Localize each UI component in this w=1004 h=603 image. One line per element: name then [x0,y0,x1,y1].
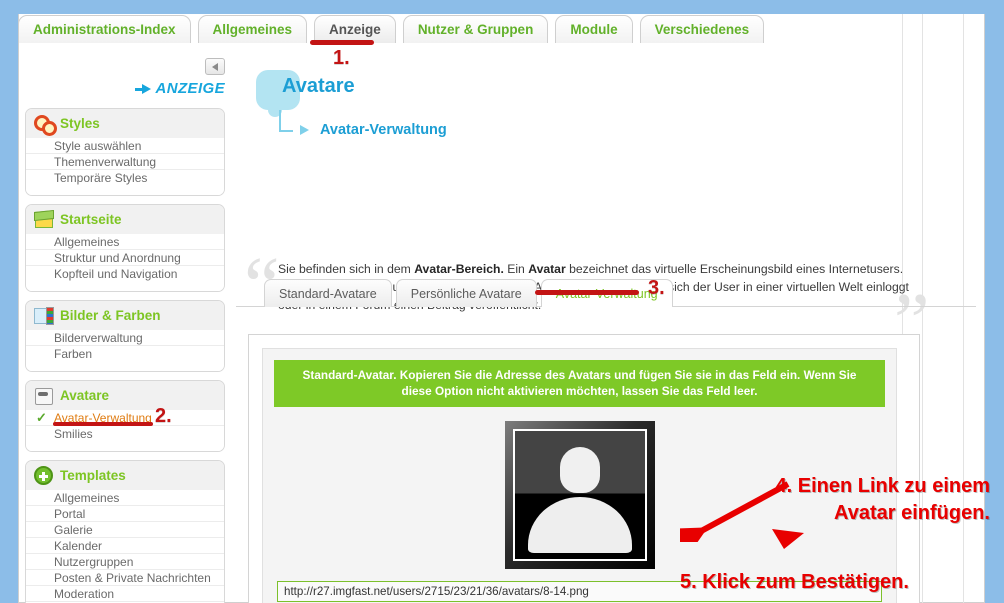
sidebar-group-startseite: Startseite Allgemeines Struktur und Anordn… [25,204,225,292]
sidebar-group-title: Startseite [60,212,122,227]
sidebar-group-header[interactable]: Templates [26,461,224,490]
annotation-step-4-text: 4. Einen Link zu einem Avatar einfügen. [776,475,991,524]
top-tab-2[interactable]: Allgemeines [197,15,308,43]
sidebar-group-header[interactable]: Styles [26,109,224,138]
sidebar-group-items: Allgemeines Portal Galerie Kalender Nutzergr… [26,490,224,603]
sidebar-group-title: Templates [60,468,126,483]
sidebar-item-label: Themenverwaltung [54,154,157,169]
intro-quote-block: “ ” Sie befinden sich in dem Avatar-Bere… [236,134,976,362]
breadcrumb-main-label[interactable]: Avatare [282,75,355,98]
sidebar-item-posten-private-nachrichten[interactable]: Posten & Private Nachrichten [26,570,224,586]
sidebar-item-label: Farben [54,347,93,361]
sidebar-group-items: Style auswählen Themenverwaltung Temporäre… [26,138,224,186]
sidebar-group-items: Bilderverwaltung Farben [26,330,224,362]
sidebar-item-label: Temporäre Styles [54,171,148,185]
sidebar-item-themenverwaltung[interactable]: Themenverwaltung [26,154,224,170]
top-tab-4[interactable]: Nutzer & Gruppen [402,15,549,43]
sidebar-item-nutzergruppen[interactable]: Nutzergruppen [26,554,224,570]
sidebar-group-header[interactable]: Bilder & Farben [26,301,224,330]
sidebar-group-avatare: Avatare ✓ Avatar-Verwaltung Smilies [25,380,225,452]
annotation-underline-avatar-verwaltung-tab [535,290,639,295]
sidebar-item-label: Allgemeines [54,234,120,249]
sidebar-item-farben[interactable]: Farben [26,346,224,362]
sidebar-item-struktur-und-anordnung[interactable]: Struktur und Anordnung [26,250,224,266]
sidebar-item-label: Style auswählen [54,138,142,153]
sidebar-group-title: Avatare [60,388,110,403]
top-tab-bar: Administrations-Index Allgemeines Anzeige N… [18,13,985,43]
caret-left-icon [212,62,218,71]
top-tab-6[interactable]: Verschiedenes [639,15,765,43]
sidebar-item-label: Kalender [54,538,103,553]
avatar-silhouette-icon [512,429,647,561]
sidebar-group-footer [26,362,224,371]
sidebar-group-title: Styles [60,116,100,131]
sidebar-item-kopfteil-und-navigation[interactable]: Kopfteil und Navigation [26,266,224,282]
sidebar-item-label: Bilderverwaltung [54,330,143,345]
face-icon [34,386,53,405]
top-tab-3[interactable]: Anzeige [314,15,396,43]
sidebar-group-title: Bilder & Farben [60,308,161,323]
sidebar-item-galerie[interactable]: Galerie [26,522,224,538]
sidebar-item-temporäre-styles[interactable]: Temporäre Styles [26,170,224,186]
sidebar-collapse-button[interactable] [205,58,225,75]
avatar-body-shape [527,497,632,553]
sidebar-item-portal[interactable]: Portal [26,506,224,522]
sidebar-item-label: Galerie [54,522,93,537]
sidebar-group-templates: Templates Allgemeines Portal Galerie Kalende… [25,460,225,603]
sidebar-item-smilies[interactable]: Smilies [26,426,224,442]
avatar-tab-2[interactable]: Persönliche Avatare [395,279,537,307]
sidebar-item-label: Struktur und Anordnung [54,250,181,265]
arrow-right-icon [134,83,151,94]
plus-circle-icon [34,466,53,485]
sidebar-item-label: Posten & Private Nachrichten [54,570,211,585]
sidebar-item-bilderverwaltung[interactable]: Bilderverwaltung [26,330,224,346]
picture-icon [34,306,54,325]
avatar-preview-frame [504,421,655,569]
sidebar-section-label: ANZEIGE [155,80,225,97]
sidebar-item-kalender[interactable]: Kalender [26,538,224,554]
sidebar-group-bilder-farben: Bilder & Farben Bilderverwaltung Farben [25,300,225,372]
sidebar-item-moderation[interactable]: Moderation [26,586,224,602]
sidebar-item-label: Nutzergruppen [54,554,134,569]
top-tab-1[interactable]: Administrations-Index [18,15,191,43]
sidebar-section-title: ANZEIGE [134,80,225,97]
avatar-head-shape [559,447,600,493]
top-tab-5[interactable]: Module [555,15,633,43]
avatar-tab-1[interactable]: Standard-Avatare [264,279,392,307]
check-icon: ✓ [36,410,47,425]
annotation-step-2: 2. [155,405,172,427]
sidebar-item-label: Moderation [54,586,115,601]
styles-icon [34,114,57,136]
standard-avatar-notice: Standard-Avatar. Kopieren Sie die Adress… [274,360,885,407]
sidebar-group-styles: Styles Style auswählen Themenverwaltung Tem… [25,108,225,196]
sidebar-group-header[interactable]: Startseite [26,205,224,234]
sidebar-item-label: Allgemeines [54,490,120,505]
sidebar-item-label: Kopfteil und Navigation [54,267,178,281]
sidebar-item-label: Portal [54,506,86,521]
sidebar-group-footer [26,282,224,291]
annotation-underline-anzeige-tab [310,40,374,45]
admin-sidebar: ANZEIGE Styles Style auswählen Themenverwa… [25,52,225,603]
sidebar-group-footer [26,186,224,195]
annotation-step-1: 1. [333,47,350,69]
screenshot-root: Administrations-Index Allgemeines Anzeige N… [0,0,1004,603]
sidebar-item-avatar-verwaltung[interactable]: ✓ Avatar-Verwaltung [26,410,224,426]
annotation-arrowhead-input-icon [772,529,804,549]
sidebar-group-items: Allgemeines Struktur und Anordnung Kopftei… [26,234,224,282]
sidebar-item-allgemeines[interactable]: Allgemeines [26,490,224,506]
sidebar-group-items: ✓ Avatar-Verwaltung Smilies [26,410,224,442]
sidebar-item-style-auswählen[interactable]: Style auswählen [26,138,224,154]
sidebar-group-footer [26,442,224,451]
sidebar-item-label: Smilies [54,427,93,441]
avatar-settings-panel: Standard-Avatar. Kopieren Sie die Adress… [248,334,920,603]
home-icon [34,210,53,229]
breadcrumb-elbow-arrow-icon [279,110,309,135]
annotation-step-3: 3. [648,277,665,299]
annotation-step-5-text: 5. Klick zum Bestätigen. [680,571,909,593]
sidebar-group-header[interactable]: Avatare [26,381,224,410]
sidebar-item-allgemeines[interactable]: Allgemeines [26,234,224,250]
